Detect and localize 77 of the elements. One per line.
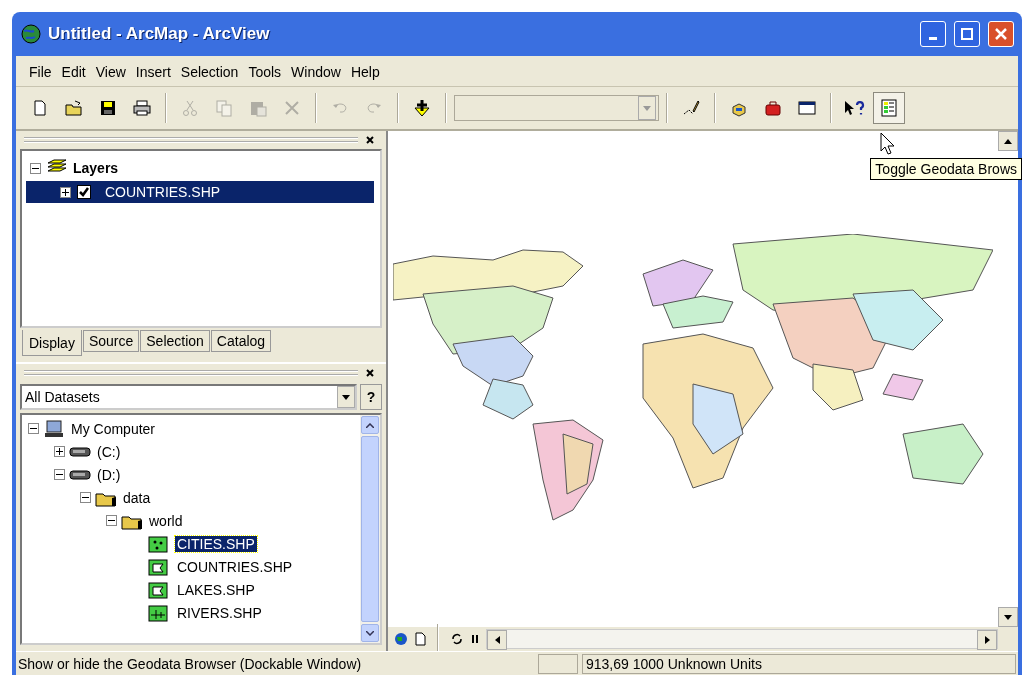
scrollbar-thumb[interactable] [361,436,379,622]
minus-icon [82,494,89,501]
scroll-right-button[interactable] [977,630,997,650]
tree-item[interactable]: CITIES.SHP [175,535,257,552]
scroll-up-button[interactable] [361,416,379,434]
menu-item[interactable]: Help [345,62,385,82]
chevron-up-icon [366,422,374,428]
menu-item[interactable]: Window [286,62,346,82]
dataset-filter-dropdown[interactable]: All Datasets [20,384,357,410]
minimize-button[interactable] [920,21,946,47]
globe-icon [394,632,408,646]
polygon-layer-icon [147,557,171,576]
tab[interactable]: Catalog [210,330,272,352]
tree-item[interactable]: data [121,489,153,506]
triangle-left-icon [494,636,500,644]
status-coordinates: 913,69 1000 Unknown Units [582,653,1016,674]
collapse-toggle[interactable] [30,162,41,174]
computer-icon [43,419,65,438]
polygon-layer-icon [147,580,171,599]
close-icon [995,28,1007,40]
menu-item[interactable]: Tools [243,62,287,82]
minus-icon [108,517,115,524]
line-layer-icon [147,603,171,622]
scroll-up-button[interactable] [998,131,1018,151]
close-icon [366,369,374,377]
maximize-button[interactable] [954,21,980,47]
collapse-toggle[interactable] [28,423,39,434]
minus-icon [56,471,63,478]
page-icon [414,632,426,646]
triangle-up-icon [1004,138,1012,144]
refresh-icon [450,632,464,646]
expand-toggle[interactable] [60,186,71,198]
triangle-down-icon [1004,614,1012,620]
pause-icon [470,632,480,646]
caret-icon [342,394,350,400]
collapse-toggle[interactable] [80,492,91,503]
caret-icon [643,105,651,111]
tree-item[interactable]: My Computer [69,420,158,437]
plus-icon [56,448,63,455]
menu-item[interactable]: Selection [175,62,244,82]
tooltip: Toggle Geodata Brows [870,158,1022,180]
layer-row[interactable]: COUNTRIES.SHP [26,181,374,203]
tab[interactable]: Source [82,330,140,352]
scroll-down-button[interactable] [361,624,379,642]
menu-item[interactable]: View [90,62,131,82]
triangle-right-icon [984,636,990,644]
expand-toggle[interactable] [54,446,65,457]
menu-item[interactable]: Insert [130,62,176,82]
tree-item[interactable]: (D:) [95,466,123,483]
tree-item[interactable]: world [147,512,185,529]
tab[interactable]: Display [22,330,82,356]
tree-item[interactable]: RIVERS.SHP [175,604,264,621]
minus-icon [30,425,37,432]
tab[interactable]: Selection [140,330,210,352]
plus-icon [62,188,69,196]
status-message: Show or hide the Geodata Browser (Dockable Window) [18,655,363,672]
scroll-down-button[interactable] [998,607,1018,627]
close-icon [366,136,374,144]
scroll-left-button[interactable] [487,630,507,650]
collapse-toggle[interactable] [106,515,117,526]
tree-item[interactable]: COUNTRIES.SHP [175,558,295,575]
help-button[interactable]: ? [360,384,382,410]
status-panel [538,653,578,674]
collapse-toggle[interactable] [54,469,65,480]
maximize-icon [961,28,973,40]
horizontal-scrollbar[interactable] [486,629,998,649]
menu-item[interactable]: Edit [56,62,91,82]
tree-item[interactable]: LAKES.SHP [175,581,257,598]
layers-label: Layers [73,160,119,176]
window-title: Untitled - ArcMap - ArcView [48,24,271,44]
chevron-down-icon [366,630,374,636]
menu-item[interactable]: File [24,62,57,82]
tree-item[interactable]: (C:) [95,443,123,460]
globe-icon [20,23,42,45]
point-layer-icon [147,534,171,553]
layer-checkbox[interactable] [77,185,91,199]
minimize-icon [929,36,937,40]
